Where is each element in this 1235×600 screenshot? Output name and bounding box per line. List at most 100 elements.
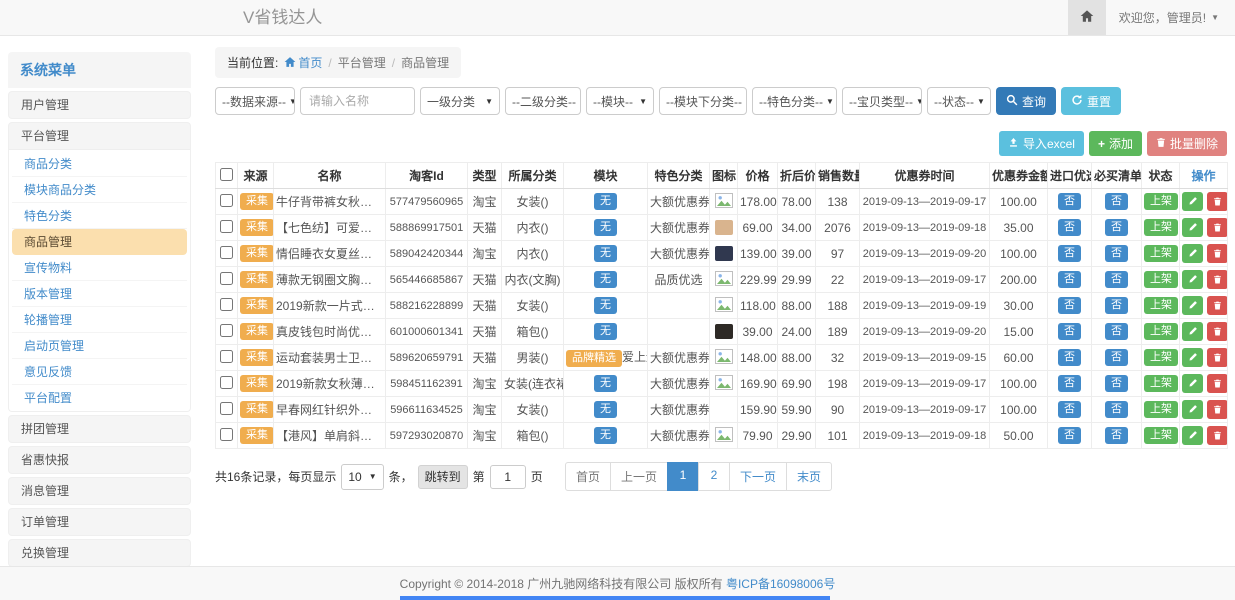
sidebar-subitem-promo-material[interactable]: 宣传物料 [12,255,187,281]
delete-button[interactable] [1207,348,1228,367]
sidebar-item-order-management[interactable]: 订单管理 [9,509,190,535]
page-number-input[interactable] [490,465,526,489]
import-select-toggle[interactable]: 否 [1058,219,1081,236]
must-buy-toggle[interactable]: 否 [1105,193,1128,210]
row-checkbox[interactable] [220,298,233,311]
page-button-2[interactable]: 2 [698,462,730,491]
delete-button[interactable] [1207,374,1228,393]
edit-button[interactable] [1182,348,1203,367]
import-select-toggle[interactable]: 否 [1058,427,1081,444]
filter-select-module-subcategory[interactable]: --模块下分类--▼ [659,87,747,115]
import-select-toggle[interactable]: 否 [1058,323,1081,340]
user-menu[interactable]: 欢迎您，管理员! ▼ [1106,9,1235,26]
must-buy-toggle[interactable]: 否 [1105,245,1128,262]
must-buy-toggle[interactable]: 否 [1105,375,1128,392]
import-select-toggle[interactable]: 否 [1058,349,1081,366]
row-checkbox[interactable] [220,194,233,207]
query-button[interactable]: 查询 [996,87,1056,115]
icp-link[interactable]: 粤ICP备16098006号 [726,575,835,592]
filter-select-status[interactable]: --状态--▼ [927,87,991,115]
row-checkbox[interactable] [220,246,233,259]
row-checkbox[interactable] [220,220,233,233]
sidebar-item-group-buy-management[interactable]: 拼团管理 [9,416,190,442]
row-checkbox[interactable] [220,324,233,337]
edit-button[interactable] [1182,400,1203,419]
sidebar-item-message-management[interactable]: 消息管理 [9,478,190,504]
select-all-checkbox[interactable] [220,168,233,181]
must-buy-toggle[interactable]: 否 [1105,219,1128,236]
status-badge[interactable]: 上架 [1144,375,1178,392]
jump-to-button[interactable]: 跳转到 [418,465,468,489]
import-select-toggle[interactable]: 否 [1058,297,1081,314]
delete-button[interactable] [1207,296,1228,315]
sidebar-subitem-module-product-category[interactable]: 模块商品分类 [12,177,187,203]
status-badge[interactable]: 上架 [1144,271,1178,288]
sidebar-subitem-product-management[interactable]: 商品管理 [12,229,187,255]
must-buy-toggle[interactable]: 否 [1105,323,1128,340]
row-checkbox[interactable] [220,402,233,415]
must-buy-toggle[interactable]: 否 [1105,297,1128,314]
sidebar-item-exchange-management[interactable]: 兑换管理 [9,540,190,566]
delete-button[interactable] [1207,244,1228,263]
must-buy-toggle[interactable]: 否 [1105,401,1128,418]
delete-button[interactable] [1207,400,1228,419]
edit-button[interactable] [1182,218,1203,237]
row-checkbox[interactable] [220,350,233,363]
sidebar-item-user-management[interactable]: 用户管理 [9,92,190,118]
bottom-scrollbar-thumb[interactable] [400,596,830,600]
import-select-toggle[interactable]: 否 [1058,401,1081,418]
per-page-select[interactable]: 10 ▼ [341,464,383,490]
edit-button[interactable] [1182,270,1203,289]
status-badge[interactable]: 上架 [1144,219,1178,236]
page-button-下一页[interactable]: 下一页 [729,462,787,491]
home-button[interactable] [1068,0,1106,35]
page-button-末页[interactable]: 末页 [786,462,832,491]
status-badge[interactable]: 上架 [1144,401,1178,418]
edit-button[interactable] [1182,374,1203,393]
edit-button[interactable] [1182,322,1203,341]
status-badge[interactable]: 上架 [1144,245,1178,262]
sidebar-item-platform-management[interactable]: 平台管理 [9,123,190,149]
status-badge[interactable]: 上架 [1144,427,1178,444]
sidebar-subitem-product-category[interactable]: 商品分类 [12,151,187,177]
must-buy-toggle[interactable]: 否 [1105,427,1128,444]
import-select-toggle[interactable]: 否 [1058,245,1081,262]
page-button-1[interactable]: 1 [667,462,699,491]
must-buy-toggle[interactable]: 否 [1105,271,1128,288]
status-badge[interactable]: 上架 [1144,349,1178,366]
filter-select-module[interactable]: --模块--▼ [586,87,654,115]
filter-select-level2-category[interactable]: --二级分类--▼ [505,87,581,115]
must-buy-toggle[interactable]: 否 [1105,349,1128,366]
edit-button[interactable] [1182,244,1203,263]
sidebar-subitem-splash-page-management[interactable]: 启动页管理 [12,333,187,359]
edit-button[interactable] [1182,192,1203,211]
sidebar-subitem-feedback[interactable]: 意见反馈 [12,359,187,385]
row-checkbox[interactable] [220,272,233,285]
status-badge[interactable]: 上架 [1144,193,1178,210]
sidebar-item-savings-express[interactable]: 省惠快报 [9,447,190,473]
row-checkbox[interactable] [220,428,233,441]
batch-delete-button[interactable]: 批量删除 [1147,131,1227,156]
name-filter-input[interactable] [300,87,415,115]
status-badge[interactable]: 上架 [1144,297,1178,314]
import-select-toggle[interactable]: 否 [1058,375,1081,392]
sidebar-subitem-carousel-management[interactable]: 轮播管理 [12,307,187,333]
status-badge[interactable]: 上架 [1144,323,1178,340]
add-button[interactable]: + 添加 [1089,131,1142,156]
import-select-toggle[interactable]: 否 [1058,193,1081,210]
delete-button[interactable] [1207,218,1228,237]
delete-button[interactable] [1207,322,1228,341]
page-button-首页[interactable]: 首页 [565,462,611,491]
sidebar-subitem-version-management[interactable]: 版本管理 [12,281,187,307]
delete-button[interactable] [1207,426,1228,445]
import-select-toggle[interactable]: 否 [1058,271,1081,288]
filter-select-level1-category[interactable]: 一级分类▼ [420,87,500,115]
filter-select-data-source[interactable]: --数据来源--▼ [215,87,295,115]
sidebar-subitem-feature-category[interactable]: 特色分类 [12,203,187,229]
page-button-上一页[interactable]: 上一页 [610,462,668,491]
delete-button[interactable] [1207,270,1228,289]
filter-select-feature-category[interactable]: --特色分类--▼ [752,87,837,115]
import-excel-button[interactable]: 导入excel [999,131,1084,156]
edit-button[interactable] [1182,296,1203,315]
breadcrumb-home-link[interactable]: 首页 [298,56,322,70]
